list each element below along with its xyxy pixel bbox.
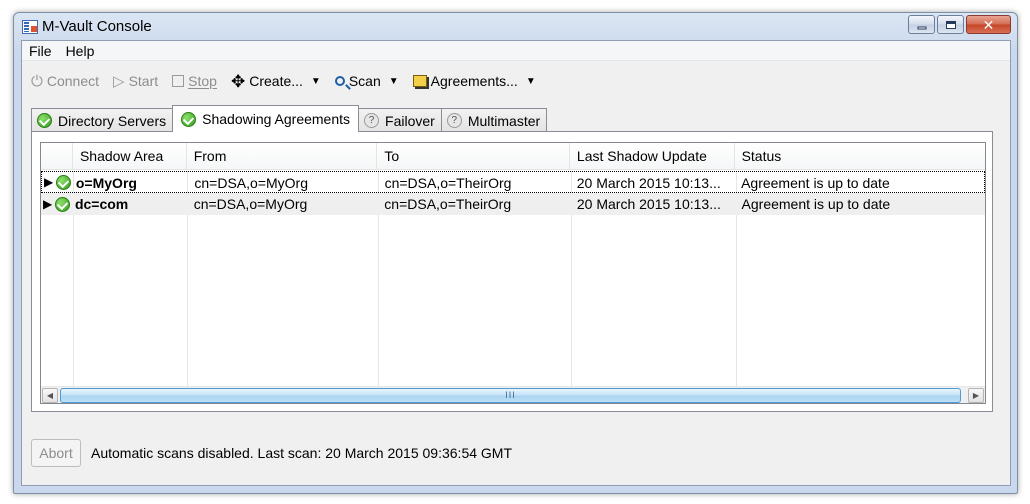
chevron-down-icon[interactable]: ▼ [526,76,536,87]
tab-label: Failover [385,112,435,129]
start-label: Start [128,73,159,89]
horizontal-scrollbar[interactable]: ◀ III ▶ [41,386,985,403]
connect-button[interactable]: ⏻ Connect [26,71,104,91]
minimize-icon [917,26,926,29]
table-row[interactable]: ▶ o=MyOrg cn=DSA,o=MyOrg cn=DSA,o=TheirO… [41,171,985,193]
app-icon [22,20,38,34]
ok-icon [55,196,71,212]
column-header-to[interactable]: To [377,143,570,170]
close-button[interactable]: ✕ [966,15,1011,34]
chevron-down-icon[interactable]: ▼ [311,76,321,87]
cell-from: cn=DSA,o=MyOrg [194,175,308,191]
scroll-left-icon[interactable]: ◀ [42,388,58,403]
ok-icon [56,174,72,190]
scan-button[interactable]: Scan ▼ [330,71,404,91]
menu-bar: File Help [22,41,1010,61]
tab-label: Directory Servers [58,112,167,129]
scan-label: Scan [348,73,381,89]
table-header: Shadow Area From To Last Shadow Update S… [41,143,985,170]
expand-arrow-icon[interactable]: ▶ [43,193,52,215]
create-button[interactable]: ✥ Create... ▼ [226,71,326,91]
column-header-last-update[interactable]: Last Shadow Update [570,143,735,170]
scan-status-text: Automatic scans disabled. Last scan: 20 … [91,445,513,461]
tab-strip: Directory Servers Shadowing Agreements ?… [31,105,548,132]
tab-failover[interactable]: ? Failover [358,108,442,132]
menu-file[interactable]: File [22,43,59,59]
scroll-right-icon[interactable]: ▶ [968,388,984,403]
maximize-button[interactable] [937,15,964,34]
agreements-icon [412,75,427,87]
question-icon: ? [364,113,380,128]
cell-to: cn=DSA,o=TheirOrg [384,175,512,191]
connect-label: Connect [46,73,100,89]
agreements-label: Agreements... [430,73,518,89]
cell-to: cn=DSA,o=TheirOrg [384,196,512,212]
ok-icon [181,111,197,127]
tab-shadowing-agreements[interactable]: Shadowing Agreements [172,105,360,132]
column-header-status[interactable]: Status [735,143,985,170]
create-label: Create... [249,73,303,89]
maximize-icon [945,20,956,29]
column-header-indicator[interactable] [41,143,73,170]
agreements-table[interactable]: Shadow Area From To Last Shadow Update S… [40,142,986,404]
stop-label: Stop [188,73,217,89]
stop-icon [172,75,185,87]
row-indicator[interactable]: ▶ [41,193,73,215]
table-row[interactable]: ▶ dc=com cn=DSA,o=MyOrg cn=DSA,o=TheirOr… [41,193,985,215]
tab-label: Multimaster [467,112,541,129]
app-window: M-Vault Console ✕ File Help ⏻ Connect ▷ … [13,12,1018,494]
cell-status: Agreement is up to date [741,175,890,191]
abort-button[interactable]: Abort [31,439,81,467]
tab-multimaster[interactable]: ? Multimaster [440,108,548,132]
tab-label: Shadowing Agreements [202,111,351,127]
scrollbar-thumb[interactable]: III [60,388,961,403]
agreements-button[interactable]: Agreements... ▼ [408,71,541,91]
expand-arrow-icon[interactable]: ▶ [44,172,53,192]
cell-last-update: 20 March 2015 10:13... [576,175,721,191]
status-bar: Abort Automatic scans disabled. Last sca… [31,439,512,467]
chevron-down-icon[interactable]: ▼ [389,76,399,87]
plug-icon: ⏻ [31,72,43,90]
stop-button[interactable]: Stop [167,71,222,91]
cell-from: cn=DSA,o=MyOrg [193,196,308,212]
start-button[interactable]: ▷ Start [108,71,163,91]
window-controls: ✕ [908,15,1011,34]
window-title: M-Vault Console [42,18,152,35]
tab-panel: Shadow Area From To Last Shadow Update S… [31,131,993,412]
create-icon: ✥ [230,71,246,91]
row-indicator[interactable]: ▶ [42,172,74,192]
cell-last-update: 20 March 2015 10:13... [576,196,721,212]
minimize-button[interactable] [908,15,935,34]
play-icon: ▷ [113,72,125,90]
column-header-from[interactable]: From [187,143,378,170]
cell-shadow-area: o=MyOrg [75,175,137,191]
ok-icon [37,113,52,128]
menu-help[interactable]: Help [59,43,102,59]
title-bar[interactable]: M-Vault Console ✕ [14,13,1017,39]
close-icon: ✕ [982,16,995,33]
client-area: File Help ⏻ Connect ▷ Start Stop ✥ Creat… [21,40,1011,486]
toolbar: ⏻ Connect ▷ Start Stop ✥ Create... ▼ Sca… [26,69,541,93]
question-icon: ? [446,113,462,128]
cell-status: Agreement is up to date [741,196,891,212]
column-header-shadow-area[interactable]: Shadow Area [73,143,187,170]
search-icon [334,76,345,86]
tab-directory-servers[interactable]: Directory Servers [31,108,174,132]
cell-shadow-area: dc=com [74,196,129,212]
